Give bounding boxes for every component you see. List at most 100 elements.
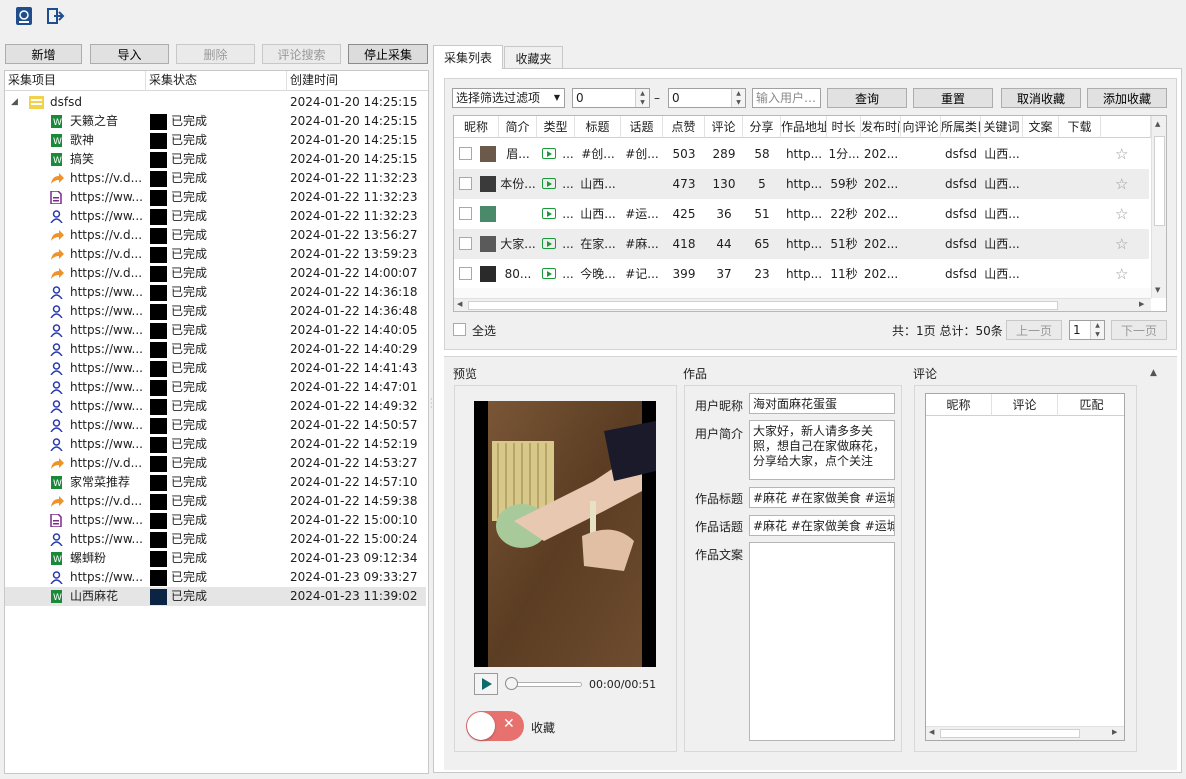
tree-item-row[interactable]: https://ww... 已完成 2024-01-23 09:33:27 (5, 568, 426, 587)
column-header-time[interactable]: 创建时间 (287, 71, 428, 91)
query-button[interactable]: 查询 (827, 88, 907, 108)
progress-handle[interactable] (505, 677, 518, 690)
tree-item-row[interactable]: https://v.d... 已完成 2024-01-22 14:00:07 (5, 264, 426, 283)
table-row[interactable]: 大家... 在家... #麻... 418 44 65 http... 51秒 202... ds… (454, 229, 1149, 259)
grid-vertical-scrollbar[interactable]: ▲ ▼ (1151, 116, 1166, 298)
user-search-input[interactable]: 输入用户… (752, 88, 821, 108)
row-checkbox[interactable] (459, 207, 472, 220)
grid-column-header[interactable]: 向评论 (901, 116, 941, 138)
spin-icon[interactable]: ▲ ▼ (731, 89, 745, 107)
favorite-toggle[interactable]: ✕ (466, 711, 524, 741)
table-row[interactable]: ... 山西... #运... 425 36 51 http... 22秒 202... dsfs… (454, 199, 1149, 229)
tree-item-row[interactable]: https://v.d... 已完成 2024-01-22 13:56:27 (5, 226, 426, 245)
tree-item-row[interactable]: https://v.d... 已完成 2024-01-22 11:32:23 (5, 169, 426, 188)
tree-item-row[interactable]: W 家常菜推荐 已完成 2024-01-22 14:57:10 (5, 473, 426, 492)
favorite-star-icon[interactable]: ☆ (1115, 199, 1128, 229)
tree-item-row[interactable]: https://ww... 已完成 2024-01-22 14:49:32 (5, 397, 426, 416)
scroll-down-icon[interactable]: ▼ (1155, 286, 1160, 294)
grid-column-header[interactable]: 类型 (537, 116, 575, 138)
intro-field[interactable]: 大家好，新人请多多关照，想自己在家做麻花，分享给大家，点个关注 (749, 420, 895, 480)
grid-column-header[interactable]: 所属类目 (941, 116, 981, 138)
grid-column-header[interactable]: 时长 (827, 116, 861, 138)
tree-item-row[interactable]: https://ww... 已完成 2024-01-22 15:00:10 (5, 511, 426, 530)
table-row[interactable]: 80... 今晚... #记... 399 37 23 http... 11秒 202... ds… (454, 259, 1149, 289)
next-page-button[interactable]: 下一页 (1111, 320, 1167, 340)
grid-column-header[interactable]: 分享 (743, 116, 781, 138)
scroll-right-icon[interactable]: ▶ (1139, 300, 1144, 308)
scroll-thumb[interactable] (940, 729, 1080, 738)
video-player[interactable] (474, 401, 656, 667)
grid-column-header[interactable]: 简介 (499, 116, 537, 138)
collapse-up-icon[interactable]: ▲ (1150, 368, 1157, 378)
stop-collect-button[interactable]: 停止采集 (348, 44, 428, 64)
tree-item-row[interactable]: https://v.d... 已完成 2024-01-22 13:59:23 (5, 245, 426, 264)
spin-icon[interactable]: ▲ ▼ (635, 89, 649, 107)
comments-horizontal-scrollbar[interactable]: ◀ ▶ (926, 726, 1124, 740)
scroll-left-icon[interactable]: ◀ (457, 300, 462, 308)
grid-column-header[interactable]: 话题 (621, 116, 663, 138)
delete-button[interactable]: 删除 (176, 44, 255, 64)
grid-column-header[interactable]: 标题 (575, 116, 621, 138)
table-row[interactable]: 眉... #创... #创... 503 289 58 http... 1分... 202...… (454, 139, 1149, 169)
import-button[interactable]: 导入 (90, 44, 169, 64)
tree-item-row[interactable]: W 搞笑 已完成 2024-01-20 14:25:15 (5, 150, 426, 169)
tree-root-row[interactable]: ◢ dsfsd 2024-01-20 14:25:15 (5, 93, 426, 112)
tree-item-row[interactable]: https://ww... 已完成 2024-01-22 11:32:23 (5, 207, 426, 226)
collapse-arrow-icon[interactable]: ◢ (11, 93, 18, 112)
tree-item-row[interactable]: https://ww... 已完成 2024-01-22 14:36:18 (5, 283, 426, 302)
spin-icon[interactable]: ▲ ▼ (1090, 321, 1104, 339)
tree-item-row[interactable]: https://ww... 已完成 2024-01-22 14:50:57 (5, 416, 426, 435)
tree-item-row[interactable]: https://ww... 已完成 2024-01-22 14:40:29 (5, 340, 426, 359)
grid-column-header[interactable]: 作品地址 (781, 116, 827, 138)
scroll-up-icon[interactable]: ▲ (1155, 120, 1160, 128)
remove-favorite-button[interactable]: 取消收藏 (1001, 88, 1081, 108)
scroll-left-icon[interactable]: ◀ (929, 728, 934, 736)
column-header-status[interactable]: 采集状态 (146, 71, 287, 91)
grid-column-header[interactable]: 下载 (1059, 116, 1101, 138)
filter-to-input[interactable]: 0 ▲ ▼ (668, 88, 746, 108)
add-button[interactable]: 新增 (5, 44, 82, 64)
reset-button[interactable]: 重置 (913, 88, 993, 108)
favorite-star-icon[interactable]: ☆ (1115, 229, 1128, 259)
topic-field[interactable]: #麻花 #在家做美食 #运城 (749, 515, 895, 536)
grid-column-header[interactable]: 发布时间 (861, 116, 901, 138)
favorite-star-icon[interactable]: ☆ (1115, 139, 1128, 169)
play-button[interactable] (474, 673, 498, 695)
row-checkbox[interactable] (459, 267, 472, 280)
filter-select[interactable]: 选择筛选过滤项 ▼ (452, 88, 565, 108)
tab-collect-list[interactable]: 采集列表 (433, 45, 503, 69)
filter-from-input[interactable]: 0 ▲ ▼ (572, 88, 650, 108)
tree-item-row[interactable]: https://ww... 已完成 2024-01-22 14:52:19 (5, 435, 426, 454)
grid-column-header[interactable]: 文案 (1023, 116, 1059, 138)
tab-favorites[interactable]: 收藏夹 (504, 46, 563, 69)
grid-horizontal-scrollbar[interactable]: ◀ ▶ (454, 298, 1151, 311)
scroll-thumb[interactable] (1154, 136, 1165, 226)
tree-item-row[interactable]: https://v.d... 已完成 2024-01-22 14:59:38 (5, 492, 426, 511)
prev-page-button[interactable]: 上一页 (1006, 320, 1062, 340)
scroll-thumb[interactable] (468, 301, 1058, 310)
tree-item-row[interactable]: W 山西麻花 已完成 2024-01-23 11:39:02 (5, 587, 426, 606)
column-header-project[interactable]: 采集项目 (5, 71, 146, 91)
add-favorite-button[interactable]: 添加收藏 (1087, 88, 1167, 108)
row-checkbox[interactable] (459, 177, 472, 190)
tree-item-row[interactable]: https://ww... 已完成 2024-01-22 14:36:48 (5, 302, 426, 321)
tree-item-row[interactable]: https://v.d... 已完成 2024-01-22 14:53:27 (5, 454, 426, 473)
scroll-right-icon[interactable]: ▶ (1112, 728, 1117, 736)
tree-item-row[interactable]: W 天籁之音 已完成 2024-01-20 14:25:15 (5, 112, 426, 131)
tree-item-row[interactable]: https://ww... 已完成 2024-01-22 14:47:01 (5, 378, 426, 397)
comment-col-nickname[interactable]: 昵称 (926, 394, 992, 416)
row-checkbox[interactable] (459, 237, 472, 250)
comment-col-match[interactable]: 匹配 (1058, 394, 1124, 416)
favorite-star-icon[interactable]: ☆ (1115, 259, 1128, 289)
nickname-field[interactable]: 海对面麻花蛋蛋 (749, 393, 895, 414)
grid-column-header[interactable]: 评论 (705, 116, 743, 138)
page-number-input[interactable]: 1 ▲ ▼ (1069, 320, 1105, 340)
exit-icon[interactable] (45, 5, 67, 27)
table-row[interactable]: 本份... 山西... 473 130 5 http... 59秒 202... dsfsd 山西… (454, 169, 1149, 199)
grid-column-header[interactable]: 关键词 (981, 116, 1023, 138)
title-field[interactable]: #麻花 #在家做美食 #运城 (749, 487, 895, 508)
row-checkbox[interactable] (459, 147, 472, 160)
copy-field[interactable] (749, 542, 895, 741)
tree-item-row[interactable]: https://ww... 已完成 2024-01-22 15:00:24 (5, 530, 426, 549)
book-icon[interactable] (13, 5, 35, 27)
